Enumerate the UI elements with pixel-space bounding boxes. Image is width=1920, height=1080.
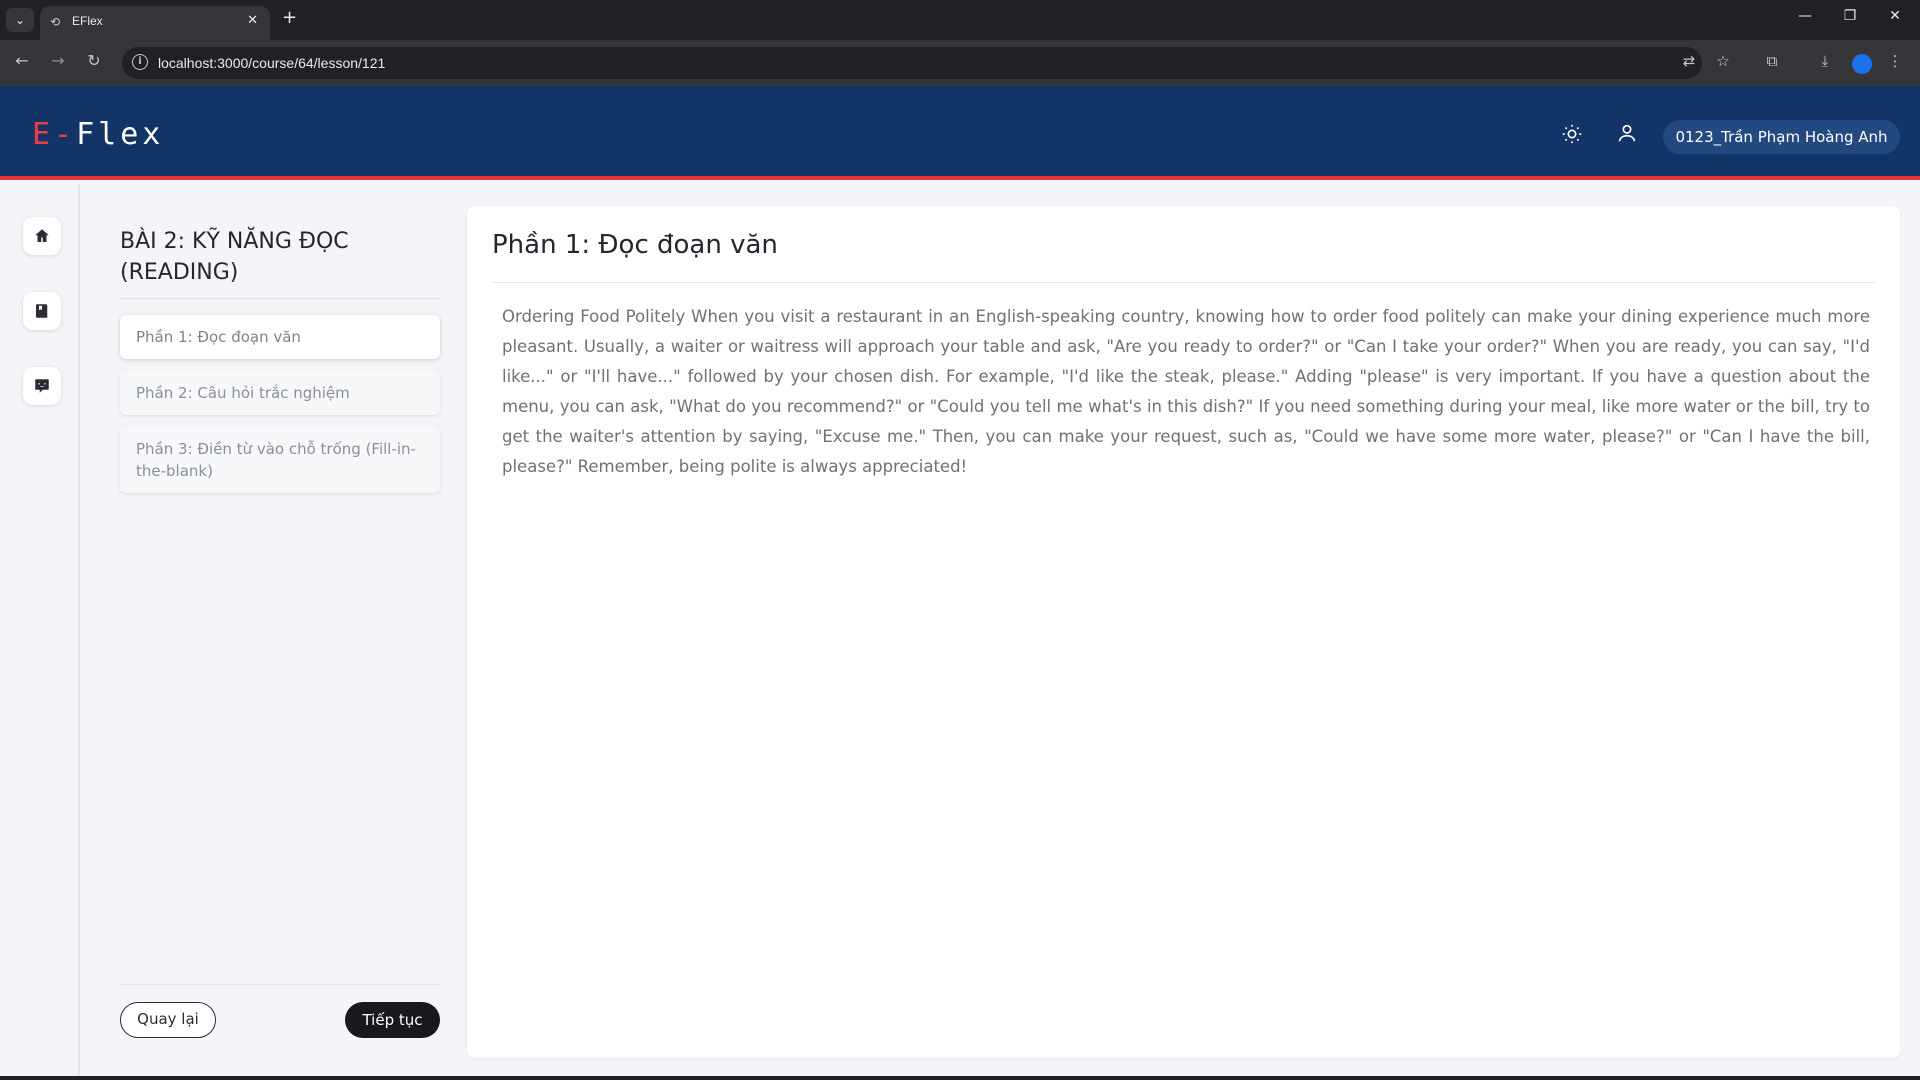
back-arrow-icon[interactable]: ←	[10, 51, 34, 70]
lesson-part-3[interactable]: Phần 3: Điền từ vào chỗ trống (Fill-in-t…	[120, 427, 440, 493]
tab-close-icon[interactable]: ✕	[247, 13, 258, 28]
bookmark-star-icon[interactable]: ☆	[1712, 52, 1734, 70]
book-icon	[36, 304, 48, 318]
divider	[120, 298, 440, 299]
extensions-icon[interactable]: ⧉	[1761, 52, 1783, 70]
browser-toolbar: ← → ↻ i localhost:3000/course/64/lesson/…	[0, 40, 1920, 86]
user-name-button[interactable]: 0123_Trần Phạm Hoàng Anh	[1663, 120, 1900, 154]
address-bar[interactable]: i localhost:3000/course/64/lesson/121	[122, 47, 1702, 79]
rail-chat-button[interactable]	[23, 367, 61, 405]
chat-icon	[35, 379, 49, 393]
side-rail	[0, 184, 80, 1080]
close-window-icon[interactable]: ✕	[1880, 8, 1910, 24]
forward-arrow-icon[interactable]: →	[46, 51, 70, 70]
divider	[120, 984, 440, 985]
user-icon[interactable]	[1616, 122, 1638, 144]
logo[interactable]: E-Flex	[32, 117, 164, 152]
url-text: localhost:3000/course/64/lesson/121	[158, 55, 386, 71]
lesson-part-1[interactable]: Phần 1: Đọc đoạn văn	[120, 315, 440, 359]
window-bottom-edge	[0, 1076, 1920, 1080]
continue-button[interactable]: Tiếp tục	[345, 1002, 440, 1038]
translate-icon[interactable]: ⇄	[1678, 52, 1700, 70]
divider	[492, 282, 1875, 283]
download-icon[interactable]: ⤓	[1814, 52, 1836, 70]
browser-menu-icon[interactable]: ⋮	[1884, 52, 1906, 70]
rail-home-button[interactable]	[23, 217, 61, 255]
content-title: Phần 1: Đọc đoạn văn	[492, 230, 778, 260]
browser-tab[interactable]: ⟲ EFlex ✕	[40, 6, 270, 40]
tab-title: EFlex	[72, 14, 103, 28]
sun-icon[interactable]	[1561, 123, 1583, 145]
new-tab-icon[interactable]: +	[282, 7, 297, 28]
lesson-part-2[interactable]: Phần 2: Câu hỏi trắc nghiệm	[120, 371, 440, 415]
restore-icon[interactable]: ❐	[1835, 8, 1865, 24]
back-button[interactable]: Quay lại	[120, 1002, 216, 1038]
favicon-icon: ⟲	[50, 15, 61, 29]
tab-search-icon[interactable]: ⌄	[6, 8, 34, 32]
rail-course-button[interactable]	[23, 292, 61, 330]
lesson-title: BÀI 2: KỸ NĂNG ĐỌC (READING)	[120, 229, 349, 285]
lesson-sidebar: BÀI 2: KỸ NĂNG ĐỌC (READING) Phần 1: Đọc…	[100, 206, 460, 1058]
reload-icon[interactable]: ↻	[82, 51, 106, 70]
app-header: E-Flex 0123_Trần Phạm Hoàng Anh	[0, 86, 1920, 180]
minimize-icon[interactable]: —	[1790, 8, 1820, 24]
lesson-content-card: Phần 1: Đọc đoạn văn Ordering Food Polit…	[467, 206, 1900, 1058]
reading-passage: Ordering Food Politely When you visit a …	[502, 307, 1870, 476]
site-info-icon[interactable]: i	[132, 54, 148, 70]
browser-tab-bar: ⌄ ⟲ EFlex ✕ + — ❐ ✕	[0, 0, 1920, 40]
home-icon	[35, 229, 49, 242]
browser-profile-avatar[interactable]	[1852, 54, 1872, 74]
